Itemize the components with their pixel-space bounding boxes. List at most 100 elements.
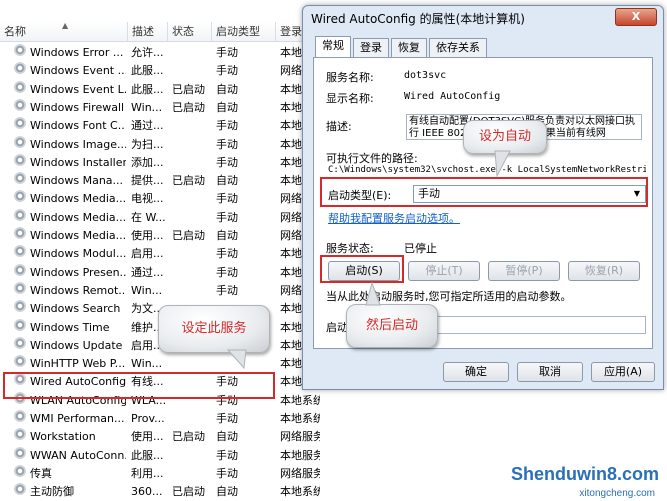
table-row[interactable]: Workstation 使用... 已启动 自动 网络服务 (0, 428, 667, 446)
cell-startup: 手动 (216, 448, 238, 462)
cell-desc: 添加... (131, 155, 164, 169)
cell-desc: 360... (131, 485, 163, 499)
cell-desc: 通过... (131, 119, 164, 133)
cell-desc: 允许... (131, 46, 164, 59)
service-name-value: dot3svc (404, 70, 447, 81)
cell-desc: 此服... (131, 82, 164, 96)
cell-name: Windows Error ... (30, 46, 124, 59)
gear-icon (14, 281, 26, 294)
cell-name: Windows Search (30, 302, 121, 316)
cell-startup: 手动 (216, 265, 238, 279)
tab-general[interactable]: 常规 (315, 36, 351, 58)
service-status-value: 已停止 (404, 242, 437, 255)
gear-icon (14, 300, 26, 313)
cell-name: 主动防御 (30, 485, 74, 499)
gear-icon (14, 44, 26, 56)
gear-icon (14, 98, 26, 111)
cell-name: Windows Font C... (30, 119, 126, 133)
cell-startup: 手动 (216, 137, 238, 151)
cell-logon: 本地服务 (280, 448, 320, 462)
close-button[interactable]: X (615, 8, 657, 26)
highlight-wired-row (3, 372, 275, 399)
table-row[interactable]: WWAN AutoConn... 此服... 手动 本地服务 (0, 446, 667, 465)
cell-startup: 手动 (216, 64, 238, 78)
cell-desc: 此服... (131, 448, 164, 462)
cell-desc: 提供... (131, 174, 164, 188)
apply-button[interactable]: 应用(A) (591, 362, 655, 382)
cell-startup: 手动 (216, 155, 238, 169)
sort-up-icon: ▲ (62, 21, 69, 30)
cell-startup: 手动 (216, 210, 238, 224)
callout-set-auto: 设为自动 (463, 120, 547, 154)
gear-icon (14, 336, 26, 349)
cell-startup: 手动 (216, 46, 238, 59)
cell-logon: 网络服务 (280, 430, 320, 444)
cell-desc: Win... (131, 283, 163, 297)
display-name-value: Wired AutoConfig (404, 91, 501, 102)
cell-status: 已启动 (172, 82, 205, 96)
gear-icon (14, 464, 26, 477)
cell-status: 已启动 (172, 485, 205, 499)
cell-name: Windows Event L... (30, 82, 126, 96)
column-header-startup[interactable]: 启动类型 (212, 22, 276, 42)
column-header-status[interactable]: 状态 (168, 22, 212, 42)
path-label: 可执行文件的路径: (326, 152, 418, 165)
cell-startup: 手动 (216, 412, 238, 425)
gear-icon (14, 80, 26, 93)
gear-icon (14, 117, 26, 130)
cell-desc: 利用... (131, 466, 164, 480)
pause-button[interactable]: 暂停(P) (488, 261, 560, 281)
callout-set-service: 设定此服务 (158, 305, 270, 353)
tab-recovery[interactable]: 恢复 (391, 38, 427, 57)
service-name-label: 服务名称: (326, 71, 374, 84)
cell-name: Windows Firewall (30, 100, 125, 114)
cancel-button[interactable]: 取消 (517, 362, 583, 382)
cell-name: WWAN AutoConn... (30, 448, 126, 462)
cell-name: Windows Installer (30, 155, 126, 169)
cell-logon: 网络服务 (280, 466, 320, 480)
cell-name: Windows Event ... (30, 64, 126, 78)
gear-icon (14, 190, 26, 203)
cell-status: 已启动 (172, 229, 205, 242)
help-configure-link[interactable]: 帮助我配置服务启动选项。 (328, 210, 460, 226)
stop-button[interactable]: 停止(T) (408, 261, 480, 281)
resume-button[interactable]: 恢复(R) (568, 261, 640, 281)
gear-icon (14, 227, 26, 239)
start-params-hint: 当从此处启动服务时,您可指定所适用的启动参数。 (326, 290, 572, 303)
cell-logon: 本地系统 (280, 393, 320, 407)
gear-icon (14, 62, 26, 75)
start-params-input[interactable] (413, 316, 646, 334)
cell-startup: 手动 (216, 247, 238, 261)
cell-logon: 本地系统 (280, 412, 320, 425)
cell-name: 传真 (30, 466, 52, 480)
ok-button[interactable]: 确定 (443, 362, 509, 382)
cell-desc: 在 W... (131, 210, 166, 224)
cell-startup: 自动 (216, 100, 238, 114)
executable-path: C:\Windows\system32\svchost.exe -k Local… (328, 165, 646, 175)
service-status-label: 服务状态: (326, 242, 374, 255)
cell-status: 已启动 (172, 430, 205, 444)
tab-dependencies[interactable]: 依存关系 (429, 38, 487, 57)
cell-name: Windows Media... (30, 192, 126, 206)
highlight-startup-type (320, 177, 648, 207)
cell-name: Windows Modul... (30, 247, 126, 261)
cell-desc: 使用... (131, 430, 164, 444)
column-header-name[interactable]: 名称 ▲ (0, 21, 128, 42)
cell-startup: 自动 (216, 82, 238, 96)
cell-name: Windows Mana... (30, 174, 124, 188)
cell-desc: Win... (131, 357, 163, 371)
table-row[interactable]: WMI Performan... Prov... 手动 本地系统 (0, 410, 667, 428)
cell-desc: 电视... (131, 192, 164, 206)
cell-desc: 启用... (131, 247, 164, 261)
gear-icon (14, 483, 26, 496)
cell-startup: 自动 (216, 174, 238, 188)
cell-desc: 此服... (131, 64, 164, 78)
gear-icon (14, 318, 26, 331)
cell-desc: Win... (131, 100, 163, 114)
cell-startup: 手动 (216, 283, 238, 297)
table-row[interactable]: 主动防御 360... 已启动 自动 本地系统 (0, 483, 667, 501)
tab-logon[interactable]: 登录 (353, 38, 389, 57)
cell-status: 已启动 (172, 100, 205, 114)
column-header-desc[interactable]: 描述 (128, 22, 168, 42)
gear-icon (14, 135, 26, 148)
